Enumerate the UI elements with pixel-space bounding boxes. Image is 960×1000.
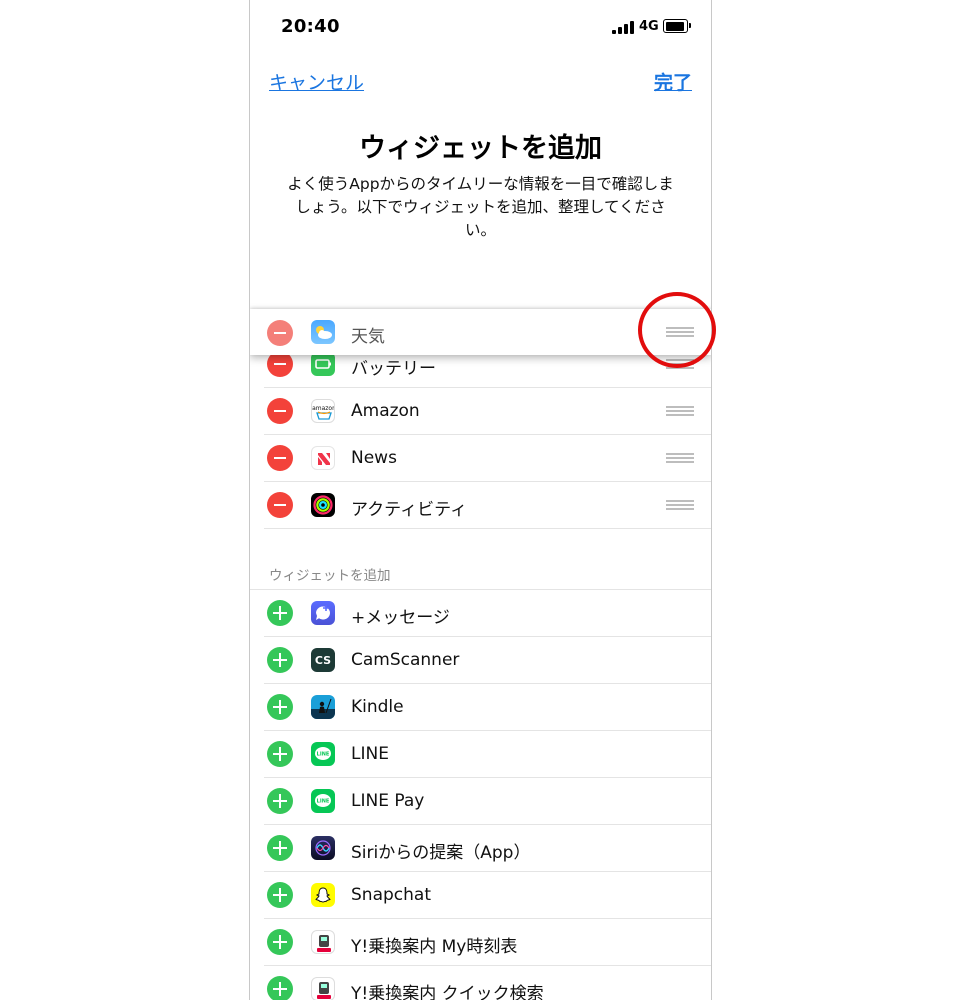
add-button[interactable] — [267, 835, 293, 861]
siri-icon — [311, 836, 335, 860]
add-button[interactable] — [267, 882, 293, 908]
list-item[interactable]: +メッセージ — [264, 590, 711, 637]
section-header: ウィジェットを追加 — [269, 568, 391, 584]
news-icon — [311, 446, 335, 470]
list-item[interactable]: News — [264, 435, 711, 482]
highlight-circle-annotation — [638, 292, 716, 368]
activity-icon — [311, 493, 335, 517]
svg-text:LINE: LINE — [317, 799, 330, 805]
widget-label: +メッセージ — [351, 608, 450, 628]
yahoo-transit-icon — [311, 977, 335, 1000]
add-button[interactable] — [267, 694, 293, 720]
svg-text:LINE: LINE — [317, 752, 330, 758]
list-item[interactable]: CS CamScanner — [264, 637, 711, 684]
add-button[interactable] — [267, 600, 293, 626]
list-item[interactable]: Y!乗換案内 My時刻表 — [264, 919, 711, 966]
page-description: よく使うAppからのタイムリーな情報を一目で確認しましょう。以下でウィジェットを… — [287, 175, 674, 239]
widget-label: アクティビティ — [351, 500, 468, 520]
remove-button[interactable] — [267, 320, 293, 346]
kindle-icon — [311, 695, 335, 719]
battery-icon — [663, 19, 691, 33]
list-item[interactable]: Siriからの提案（App） — [264, 825, 711, 872]
cancel-button[interactable]: キャンセル — [269, 68, 364, 95]
list-item[interactable]: amazon Amazon — [264, 388, 711, 435]
widget-label: 天気 — [351, 327, 385, 347]
add-button[interactable] — [267, 788, 293, 814]
amazon-icon: amazon — [311, 399, 335, 423]
widget-label: バッテリー — [351, 359, 436, 379]
widget-label: CamScanner — [351, 650, 460, 670]
add-button[interactable] — [267, 929, 293, 955]
active-widget-list: バッテリー amazon Amazon News アクティビティ — [250, 341, 711, 529]
widget-label: Siriからの提案（App） — [351, 843, 531, 863]
camscanner-icon: CS — [311, 648, 335, 672]
page-title: ウィジェットを追加 — [359, 133, 602, 164]
phone-screen: 20:40 4G キャンセル 完了 ウィジェットを追加 よく使うAppからのタイ… — [249, 0, 712, 1000]
svg-text:CS: CS — [315, 654, 331, 667]
add-button[interactable] — [267, 741, 293, 767]
remove-button[interactable] — [267, 445, 293, 471]
widget-label: LINE Pay — [351, 791, 425, 811]
status-time: 20:40 — [281, 16, 340, 37]
remove-button[interactable] — [267, 492, 293, 518]
reorder-handle-icon[interactable] — [666, 453, 694, 463]
list-item[interactable]: LINE LINE Pay — [264, 778, 711, 825]
battery-app-icon — [311, 352, 335, 376]
snapchat-icon — [311, 883, 335, 907]
widget-label: Kindle — [351, 697, 404, 717]
svg-text:amazon: amazon — [312, 405, 335, 412]
widget-label: Amazon — [351, 401, 420, 421]
plus-message-icon — [311, 601, 335, 625]
line-icon: LINE — [311, 742, 335, 766]
available-widget-list: +メッセージ CS CamScanner Kindle LINE LINE LI… — [250, 589, 711, 1000]
reorder-handle-icon[interactable] — [666, 500, 694, 510]
widget-label: Snapchat — [351, 885, 431, 905]
widget-label: Y!乗換案内 My時刻表 — [351, 937, 518, 957]
yahoo-transit-icon — [311, 930, 335, 954]
widget-label: LINE — [351, 744, 389, 764]
widget-label: News — [351, 448, 397, 468]
add-button[interactable] — [267, 976, 293, 1000]
list-item[interactable]: LINE LINE — [264, 731, 711, 778]
line-pay-icon: LINE — [311, 789, 335, 813]
network-type: 4G — [639, 19, 659, 34]
add-button[interactable] — [267, 647, 293, 673]
list-item[interactable]: Snapchat — [264, 872, 711, 919]
list-item[interactable]: Y!乗換案内 クイック検索 — [264, 966, 711, 1000]
reorder-handle-icon[interactable] — [666, 406, 694, 416]
list-item[interactable]: アクティビティ — [264, 482, 711, 529]
widget-label: Y!乗換案内 クイック検索 — [351, 984, 544, 1000]
weather-icon — [311, 320, 335, 344]
done-button[interactable]: 完了 — [654, 68, 692, 95]
status-bar: 20:40 4G — [250, 0, 711, 56]
signal-icon — [612, 21, 634, 34]
remove-button[interactable] — [267, 398, 293, 424]
list-item[interactable]: Kindle — [264, 684, 711, 731]
